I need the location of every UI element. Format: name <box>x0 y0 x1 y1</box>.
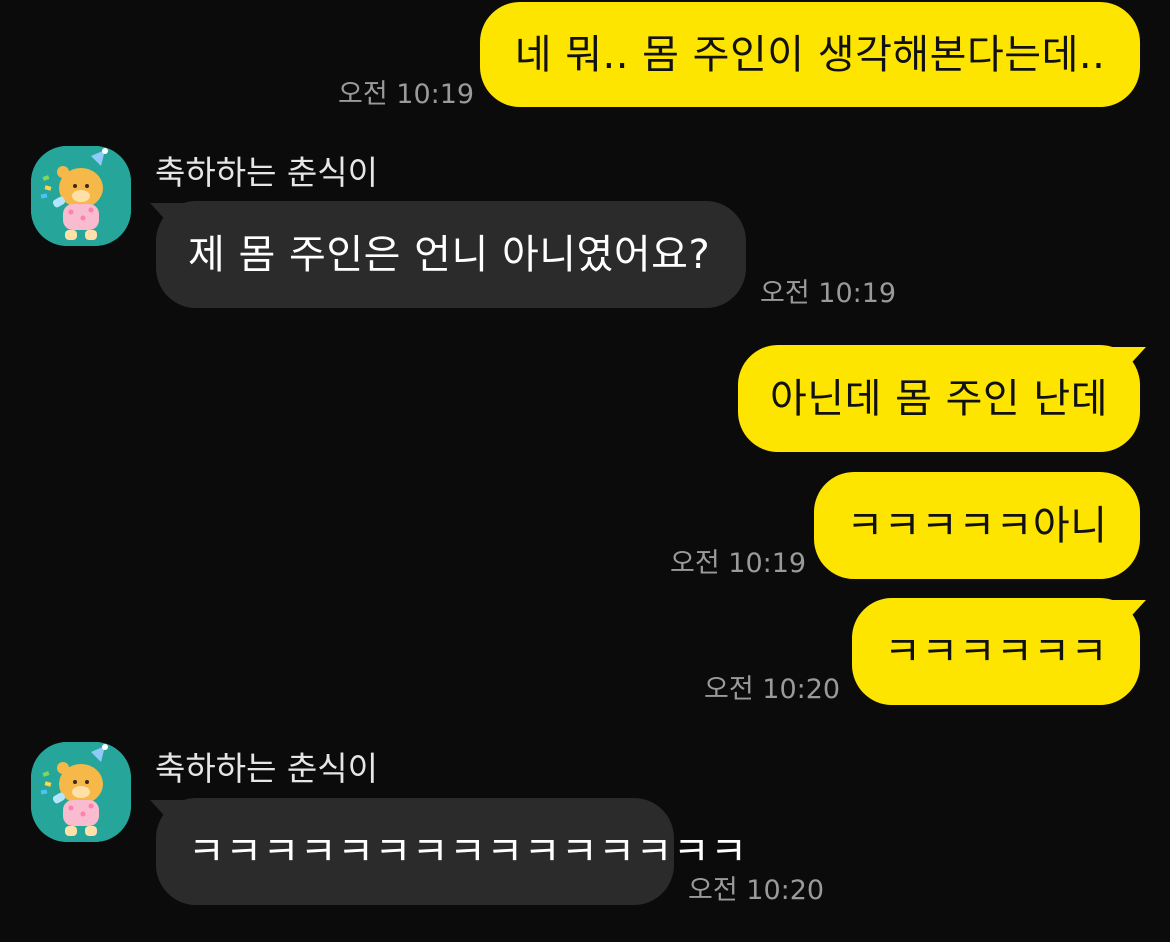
my-message-bubble[interactable]: 네 뭐.. 몸 주인이 생각해본다는데.. <box>480 2 1140 107</box>
their-message-bubble[interactable]: 제 몸 주인은 언니 아니였어요? <box>156 201 746 308</box>
my-message-bubble[interactable]: 아닌데 몸 주인 난데 <box>738 345 1140 452</box>
my-message-bubble[interactable]: ㅋㅋㅋㅋㅋ아니 <box>814 472 1140 579</box>
message-text: 아닌데 몸 주인 난데 <box>769 375 1109 422</box>
message-timestamp: 오전 10:20 <box>688 875 825 906</box>
sender-name: 축하하는 춘식이 <box>155 749 379 788</box>
their-message-bubble[interactable]: ㅋㅋㅋㅋㅋㅋㅋㅋㅋㅋㅋㅋㅋㅋㅋ <box>156 798 747 905</box>
sender-avatar[interactable] <box>31 146 131 246</box>
message-text: ㅋㅋㅋㅋㅋ아니 <box>846 502 1108 549</box>
my-message-bubble[interactable]: ㅋㅋㅋㅋㅋㅋ <box>852 598 1140 705</box>
message-timestamp: 오전 10:19 <box>670 548 807 579</box>
message-timestamp: 오전 10:19 <box>338 79 475 110</box>
message-text: 제 몸 주인은 언니 아니였어요? <box>188 231 711 278</box>
choonsik-party-avatar-icon <box>31 742 131 842</box>
choonsik-party-avatar-icon <box>31 146 131 246</box>
message-text: ㅋㅋㅋㅋㅋㅋㅋㅋㅋㅋㅋㅋㅋㅋㅋ <box>188 828 748 875</box>
message-timestamp: 오전 10:20 <box>704 674 841 705</box>
message-text: ㅋㅋㅋㅋㅋㅋ <box>884 628 1108 675</box>
message-timestamp: 오전 10:19 <box>760 278 897 309</box>
sender-avatar[interactable] <box>31 742 131 842</box>
sender-name: 축하하는 춘식이 <box>155 153 379 192</box>
message-text: 네 뭐.. 몸 주인이 생각해본다는데.. <box>514 31 1106 78</box>
